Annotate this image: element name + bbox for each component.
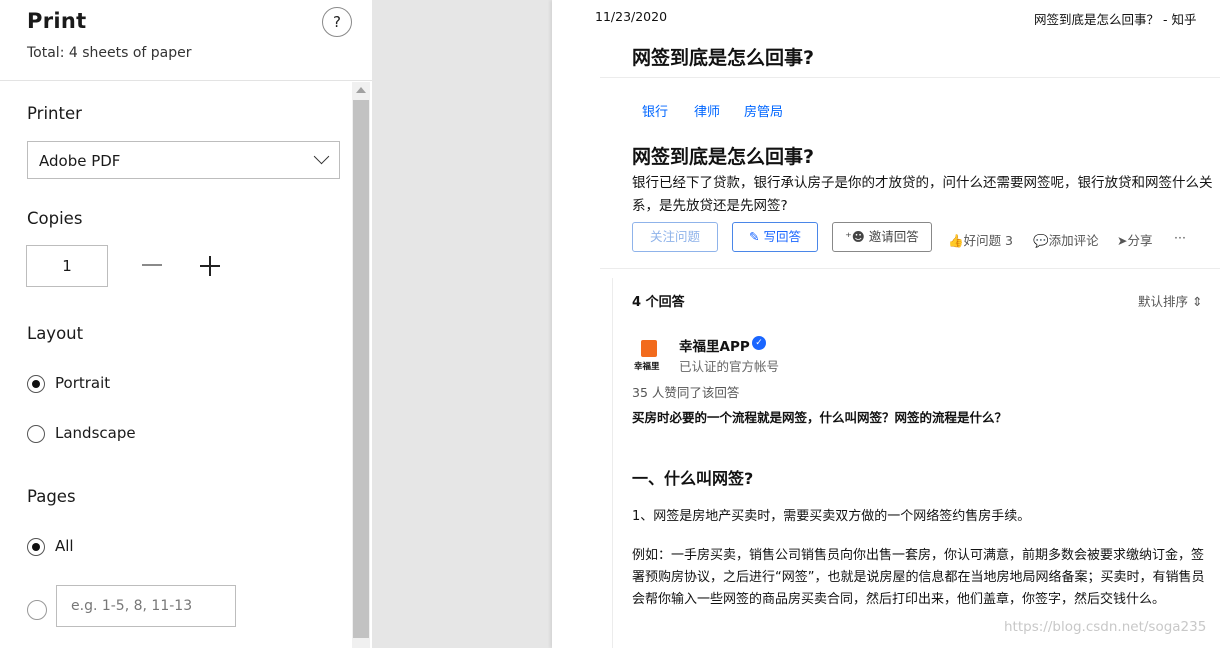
printer-label: Printer [27, 104, 82, 123]
invite-answer-button[interactable]: ⁺☻ 邀请回答 [832, 222, 932, 252]
portrait-radio[interactable] [27, 375, 45, 393]
add-comment-action[interactable]: 💬添加评论 [1033, 230, 1099, 249]
dialog-header: Print Total: 4 sheets of paper ? [0, 0, 372, 81]
pages-label: Pages [27, 487, 76, 506]
pages-all-radio[interactable] [27, 538, 45, 556]
topic-tag[interactable]: 银行 [642, 101, 668, 120]
vote-count: 35 人赞同了该回答 [632, 385, 740, 400]
author-name[interactable]: 幸福里APP [679, 335, 750, 355]
answer-count: 4 个回答 [632, 295, 685, 310]
invite-answer-label: 邀请回答 [868, 229, 919, 244]
dialog-title: Print [27, 9, 87, 33]
divider [600, 77, 1220, 78]
answer-paragraph: 1、网签是房地产买卖时，需要买卖双方做的一个网络签约售房手续。 [632, 509, 1031, 524]
answer-card-border [612, 278, 613, 648]
sort-dropdown[interactable]: 默认排序 ⇕ [1138, 291, 1202, 310]
print-preview-page: 11/23/2020 网签到底是怎么回事？ - 知乎 网签到底是怎么回事? 银行… [552, 0, 1220, 648]
write-answer-button[interactable]: ✎ 写回答 [732, 222, 818, 252]
sort-icon: ⇕ [1192, 294, 1203, 309]
follow-question-button[interactable]: 关注问题 [632, 222, 718, 252]
thumbs-up-icon: 👍 [948, 233, 964, 248]
copies-input[interactable]: 1 [26, 245, 108, 287]
pages-range-input[interactable]: e.g. 1-5, 8, 11-13 [56, 585, 236, 627]
header-title: 网签到底是怎么回事？ - 知乎 [1034, 12, 1197, 27]
scroll-up-arrow[interactable] [356, 87, 366, 93]
good-question-label: 好问题 3 [963, 233, 1014, 248]
answer-heading: 一、什么叫网签? [632, 469, 754, 488]
share-action[interactable]: ➤分享 [1117, 230, 1153, 249]
good-question-action[interactable]: 👍好问题 3 [948, 230, 1013, 249]
scrollbar[interactable] [352, 82, 370, 648]
increment-button[interactable] [200, 256, 220, 276]
more-icon[interactable]: ··· [1174, 230, 1186, 245]
copies-label: Copies [27, 209, 83, 228]
share-icon: ➤ [1117, 233, 1128, 248]
print-dialog: Print Total: 4 sheets of paper ? Printer… [0, 0, 372, 648]
portrait-label[interactable]: Portrait [55, 374, 110, 392]
printer-value: Adobe PDF [39, 152, 121, 170]
share-label: 分享 [1127, 233, 1153, 248]
printer-select[interactable]: Adobe PDF [27, 141, 340, 179]
add-comment-label: 添加评论 [1048, 233, 1099, 248]
topic-tag[interactable]: 律师 [694, 101, 720, 120]
landscape-radio[interactable] [27, 425, 45, 443]
write-answer-label: 写回答 [763, 229, 801, 244]
watermark: https://blog.csdn.net/soga235 [1004, 619, 1207, 635]
help-button[interactable]: ? [322, 7, 352, 37]
question-description: 银行已经下了贷款，银行承认房子是你的才放贷的，问什么还需要网签呢，银行放贷和网签… [632, 175, 1213, 214]
logo-text: 幸福里 [634, 362, 660, 372]
pages-all-label[interactable]: All [55, 537, 74, 555]
author-subtitle: 已认证的官方帐号 [679, 359, 780, 374]
divider [600, 268, 1220, 269]
page-title: 网签到底是怎么回事? [632, 47, 815, 69]
layout-label: Layout [27, 324, 84, 343]
question-title: 网签到底是怎么回事? [632, 146, 815, 168]
author-avatar[interactable]: 幸福里 [632, 336, 666, 372]
answer-lead: 买房时必要的一个流程就是网签，什么叫网签？网签的流程是什么？ [632, 410, 1008, 425]
pages-range-radio[interactable] [27, 600, 47, 620]
scrollbar-thumb[interactable] [353, 100, 369, 638]
add-user-icon: ⁺☻ [845, 229, 865, 244]
header-date: 11/23/2020 [595, 9, 668, 24]
brand-logo-icon [641, 340, 657, 357]
pencil-icon: ✎ [749, 229, 760, 244]
decrement-button[interactable] [142, 264, 162, 266]
sheet-count: Total: 4 sheets of paper [27, 45, 192, 61]
comment-icon: 💬 [1033, 233, 1049, 248]
sort-label: 默认排序 [1138, 294, 1189, 309]
verified-icon: ✓ [752, 336, 766, 350]
answer-paragraph: 例如：一手房买卖，销售公司销售员向你出售一套房，你认可满意，前期多数会被要求缴纳… [632, 548, 1205, 607]
chevron-down-icon [313, 148, 330, 165]
landscape-label[interactable]: Landscape [55, 424, 136, 442]
topic-tag[interactable]: 房管局 [744, 101, 783, 120]
